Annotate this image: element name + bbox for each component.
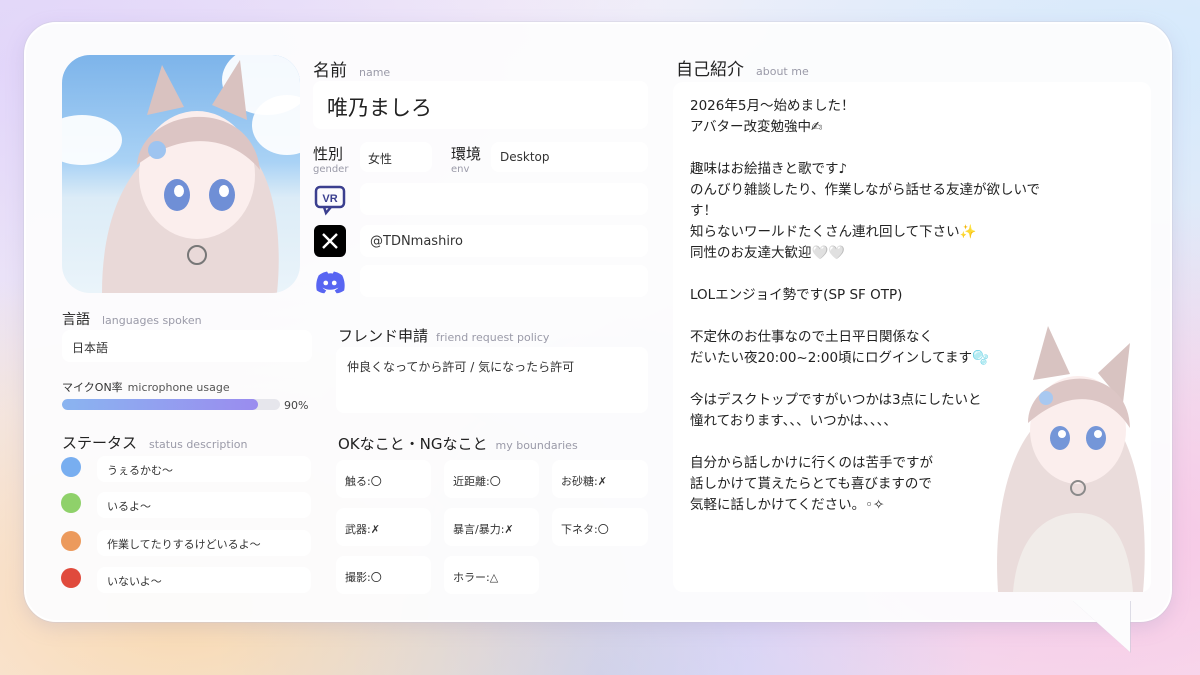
mic-heading: マイクON率 microphone usage [62,379,230,395]
about-text: 2026年5月〜始めました！ アバター改変勉強中✍ 趣味はお絵描きと歌です♪ の… [690,98,1041,513]
env-label-en: env [451,164,470,175]
languages-field: 日本語 [62,330,312,362]
boundaries-label: OKなこと・NGなこと [338,435,488,453]
friend-request-field: 仲良くなってから許可 / 気になったら許可 [336,347,648,413]
about-label: 自己紹介 [676,60,744,80]
mic-label-en: microphone usage [127,381,230,394]
boundary-text: 暴言/暴力:✗ [453,523,514,536]
boundary-text: 撮影:〇 [345,571,382,584]
friend-request-label: フレンド申請 [338,327,429,345]
about-label-en: about me [756,65,809,78]
boundary-text: 武器:✗ [345,523,380,536]
name-field: 唯乃ましろ [313,81,648,129]
env-label: 環境 [451,145,482,163]
gender-value: 女性 [368,152,393,166]
boundary-text: 触る:〇 [345,475,382,488]
status-text: うぇるかむ〜 [107,464,173,477]
languages-value: 日本語 [72,341,109,355]
status-item: うぇるかむ〜 [97,456,311,482]
boundary-text: お砂糖:✗ [561,475,607,488]
boundary-text: 下ネタ:〇 [561,523,609,536]
friend-request-heading: フレンド申請 friend request policy [338,325,549,346]
about-heading: 自己紹介 about me [676,55,809,80]
status-heading: ステータス status description [62,432,247,453]
boundary-item: 近距離:〇 [444,460,539,498]
boundary-item: 武器:✗ [336,508,431,546]
x-handle-field: @TDNmashiro [360,225,648,257]
discord-icon[interactable] [314,266,346,298]
status-text: いるよ〜 [107,500,151,513]
env-field: Desktop [491,142,648,172]
status-dot-red [61,568,81,588]
boundaries-heading: OKなこと・NGなこと my boundaries [338,433,578,454]
status-dot-green [61,493,81,513]
name-label: 名前 [313,61,347,81]
vrchat-field [360,183,648,215]
boundary-item: 下ネタ:〇 [552,508,648,546]
status-text: いないよ〜 [107,575,162,588]
mic-usage-bar [62,399,280,410]
status-item: いるよ〜 [97,492,311,518]
x-logo-icon[interactable] [314,225,346,257]
boundary-item: お砂糖:✗ [552,460,648,498]
gender-label-en: gender [313,164,349,175]
boundary-text: 近距離:〇 [453,475,501,488]
env-value: Desktop [500,150,550,164]
env-heading: 環境 env [451,143,481,175]
status-dot-blue [61,457,81,477]
mic-usage-fill [62,399,259,410]
discord-field [360,265,648,297]
gender-field: 女性 [360,142,432,172]
friend-request-label-en: friend request policy [436,331,550,344]
name-value: 唯乃ましろ [327,96,432,120]
status-item: 作業してたりするけどいるよ〜 [97,530,311,556]
gender-heading: 性別 gender [313,143,348,175]
x-handle-value: @TDNmashiro [370,234,463,249]
status-label-en: status description [149,438,248,451]
boundary-item: 撮影:〇 [336,556,431,594]
boundary-item: 触る:〇 [336,460,431,498]
gender-label: 性別 [313,145,344,163]
name-label-en: name [359,66,391,79]
status-item: いないよ〜 [97,567,311,593]
friend-request-value: 仲良くなってから許可 / 気になったら許可 [347,360,575,374]
mic-label: マイクON率 [62,381,123,394]
boundary-item: 暴言/暴力:✗ [444,508,539,546]
boundary-text: ホラー:△ [453,571,499,584]
boundaries-label-en: my boundaries [495,439,578,452]
boundary-item: ホラー:△ [444,556,539,594]
mic-percent: 90% [284,399,309,412]
speech-bubble-tail [1072,600,1130,652]
name-heading: 名前 name [313,56,390,81]
status-label: ステータス [62,434,138,452]
languages-label: 言語 [62,312,90,328]
avatar-image [62,55,300,293]
vrchat-icon[interactable]: VR [314,184,346,216]
status-text: 作業してたりするけどいるよ〜 [107,538,261,551]
svg-text:VR: VR [322,193,337,205]
languages-label-en: languages spoken [102,314,202,327]
status-dot-orange [61,531,81,551]
languages-heading: 言語 languages spoken [62,309,202,329]
